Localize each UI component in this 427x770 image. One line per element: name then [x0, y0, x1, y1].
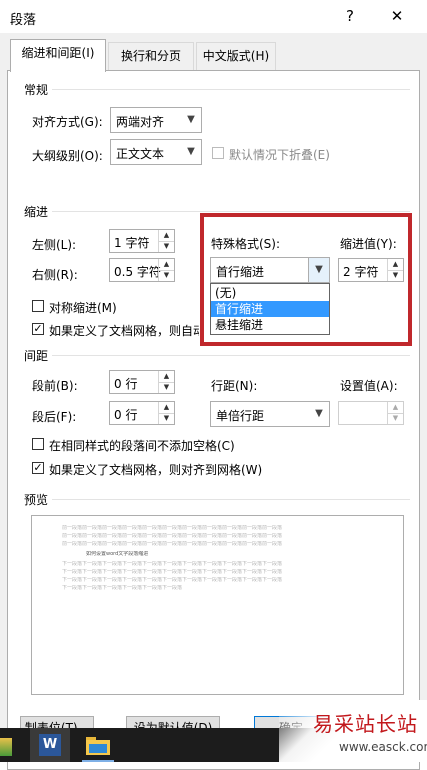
spin-down-icon[interactable]: ▼ — [159, 241, 174, 252]
special-option-first-line[interactable]: 首行缩进 — [211, 301, 329, 317]
preview-next-paragraph: 下一段落下一段落下一段落下一段落下一段落下一段落下一段落下一段落下一段落下一段落… — [62, 569, 283, 575]
help-button[interactable]: ? — [333, 4, 367, 28]
preview-next-paragraph: 下一段落下一段落下一段落下一段落下一段落下一段落下一段落下一段落下一段落下一段落… — [62, 585, 182, 591]
word-icon: W — [39, 734, 61, 756]
mirror-indents-label: 对称缩进(M) — [49, 301, 117, 315]
spacing-at-spinner[interactable]: ▲ ▼ — [338, 401, 404, 425]
tab-strip: 缩进和间距(I) 换行和分页(P) 中文版式(H) — [0, 33, 427, 89]
spin-down-icon[interactable]: ▼ — [388, 413, 403, 424]
divider — [52, 89, 410, 90]
paragraph-dialog: 段落 ? ✕ 缩进和间距(I) 换行和分页(P) 中文版式(H) 常规 对齐方式… — [0, 0, 427, 770]
left-indent-spinner[interactable]: 1 字符 ▲ ▼ — [109, 229, 175, 253]
right-indent-value: 0.5 字符 — [114, 265, 161, 279]
general-section-title: 常规 — [24, 83, 49, 97]
dialog-title: 段落 — [10, 13, 37, 28]
mirror-indents-checkbox[interactable] — [32, 300, 44, 312]
spin-down-icon[interactable]: ▼ — [159, 382, 174, 393]
special-option-hanging[interactable]: 悬挂缩进 — [211, 317, 329, 333]
chevron-down-icon: ▼ — [187, 146, 195, 157]
indent-section-title: 缩进 — [24, 205, 49, 219]
preview-next-paragraph: 下一段落下一段落下一段落下一段落下一段落下一段落下一段落下一段落下一段落下一段落… — [62, 561, 283, 567]
alignment-value: 两端对齐 — [116, 115, 165, 129]
preview-next-paragraph: 下一段落下一段落下一段落下一段落下一段落下一段落下一段落下一段落下一段落下一段落… — [62, 577, 283, 583]
divider — [52, 211, 410, 212]
watermark-url: www.easck.com — [339, 740, 427, 754]
line-spacing-value: 单倍行距 — [216, 409, 265, 423]
special-option-none[interactable]: (无) — [211, 285, 329, 301]
chevron-down-icon: ▼ — [187, 114, 195, 125]
app-icon[interactable] — [0, 738, 12, 756]
spacing-at-label: 设置值(A): — [340, 379, 398, 393]
right-indent-label: 右侧(R): — [32, 268, 78, 282]
title-bar: 段落 ? ✕ — [0, 0, 427, 33]
chevron-down-icon: ▼ — [315, 408, 323, 419]
preview-box: 前一段落前一段落前一段落前一段落前一段落前一段落前一段落前一段落前一段落前一段落… — [31, 515, 404, 695]
outline-level-select[interactable]: 正文文本 ▼ — [110, 139, 202, 165]
snap-to-grid-checkbox[interactable]: ✓ — [32, 462, 44, 474]
divider — [52, 355, 410, 356]
spacing-after-label: 段后(F): — [32, 410, 77, 424]
site-watermark: 易采站长站 www.easck.com — [279, 700, 427, 762]
spacing-section-title: 间距 — [24, 349, 49, 363]
no-space-same-style-checkbox[interactable] — [32, 438, 44, 450]
no-space-same-style-label: 在相同样式的段落间不添加空格(C) — [49, 439, 235, 453]
alignment-label: 对齐方式(G): — [32, 115, 103, 129]
preview-previous-paragraph: 前一段落前一段落前一段落前一段落前一段落前一段落前一段落前一段落前一段落前一段落… — [62, 525, 283, 531]
line-spacing-select[interactable]: 单倍行距 ▼ — [210, 401, 330, 427]
spacing-before-spinner[interactable]: 0 行 ▲ ▼ — [109, 370, 175, 394]
preview-section-title: 预览 — [24, 493, 49, 507]
right-indent-spinner[interactable]: 0.5 字符 ▲ ▼ — [109, 258, 175, 282]
outline-level-label: 大纲级别(O): — [32, 149, 103, 163]
auto-adjust-grid-checkbox[interactable]: ✓ — [32, 323, 44, 335]
spacing-after-spinner[interactable]: 0 行 ▲ ▼ — [109, 401, 175, 425]
spin-down-icon[interactable]: ▼ — [159, 270, 174, 281]
tab-line-page-breaks[interactable]: 换行和分页(P) — [108, 42, 194, 89]
tab-asian-typography[interactable]: 中文版式(H) — [196, 42, 276, 70]
collapse-label: 默认情况下折叠(E) — [229, 148, 330, 162]
spacing-before-value: 0 行 — [114, 377, 138, 391]
folder-icon[interactable] — [86, 735, 110, 755]
alignment-select[interactable]: 两端对齐 ▼ — [110, 107, 202, 133]
preview-previous-paragraph: 前一段落前一段落前一段落前一段落前一段落前一段落前一段落前一段落前一段落前一段落… — [62, 541, 283, 547]
special-format-dropdown-list: (无) 首行缩进 悬挂缩进 — [210, 283, 330, 335]
left-indent-label: 左侧(L): — [32, 238, 77, 252]
line-spacing-label: 行距(N): — [211, 379, 258, 393]
preview-previous-paragraph: 前一段落前一段落前一段落前一段落前一段落前一段落前一段落前一段落前一段落前一段落… — [62, 533, 283, 539]
snap-to-grid-label: 如果定义了文档网格，则对齐到网格(W) — [49, 463, 263, 477]
preview-current-paragraph: 如何设置word文字段落缩进 — [86, 551, 149, 557]
left-indent-value: 1 字符 — [114, 236, 150, 250]
word-taskbar-button[interactable]: W — [30, 728, 70, 762]
spin-down-icon[interactable]: ▼ — [159, 413, 174, 424]
spacing-after-value: 0 行 — [114, 408, 138, 422]
spacing-before-label: 段前(B): — [32, 379, 78, 393]
tab-indents-spacing[interactable]: 缩进和间距(I) — [10, 39, 106, 72]
outline-level-value: 正文文本 — [116, 147, 165, 161]
watermark-brand: 易采站长站 — [313, 712, 418, 736]
collapse-checkbox[interactable] — [212, 147, 224, 159]
close-button[interactable]: ✕ — [380, 4, 414, 28]
divider — [52, 499, 410, 500]
auto-adjust-grid-label: 如果定义了文档网格，则自动调 — [49, 324, 199, 338]
